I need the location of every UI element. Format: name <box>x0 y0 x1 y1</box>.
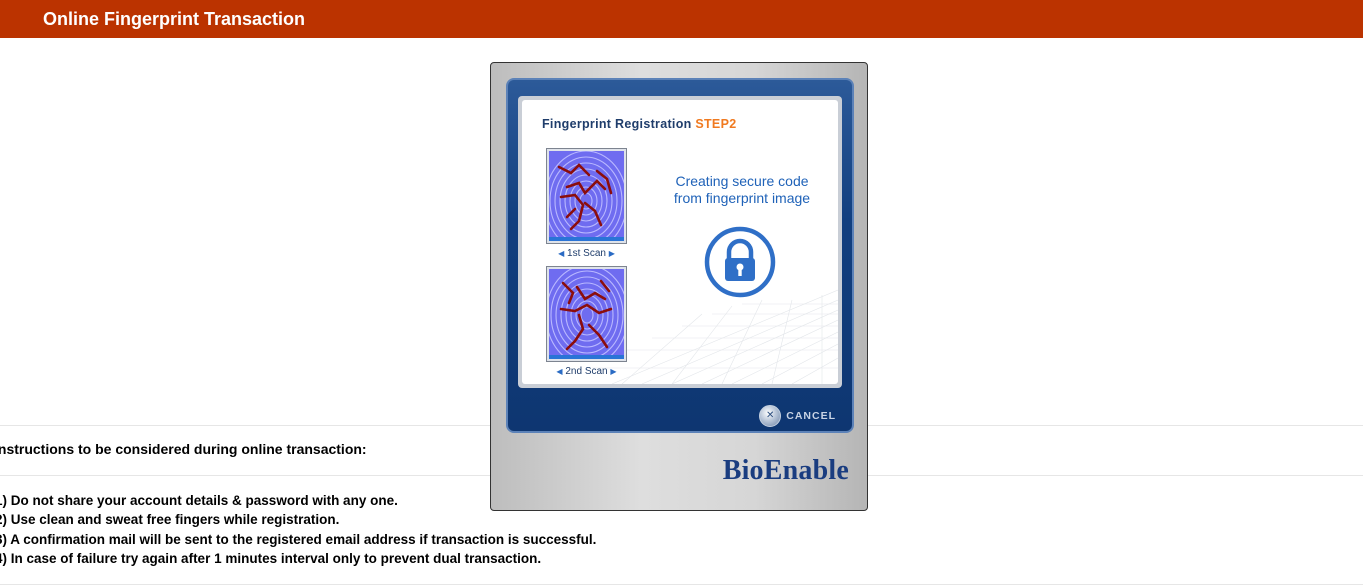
arrow-right-icon: ▶ <box>610 367 617 376</box>
device-screen-content: Fingerprint Registration STEP2 ◀ 1st Sca… <box>522 100 838 384</box>
arrow-right-icon: ▶ <box>608 249 615 258</box>
registration-step-title: Fingerprint Registration STEP2 <box>542 117 737 131</box>
instructions-heading: Instructions to be considered during onl… <box>0 441 367 457</box>
brand-logo: BioEnable <box>722 455 849 486</box>
arrow-left-icon: ◀ <box>556 367 563 376</box>
scan-1-image <box>546 148 627 244</box>
arrow-left-icon: ◀ <box>558 249 565 258</box>
close-icon: ✕ <box>759 405 782 427</box>
step-indicator: STEP2 <box>695 117 737 131</box>
instruction-item: 3) A confirmation mail will be sent to t… <box>0 531 597 547</box>
scan-2-image <box>546 266 627 362</box>
divider <box>0 584 1363 585</box>
scan-2-label: ◀ 2nd Scan ▶ <box>556 366 617 377</box>
status-message: Creating secure code from fingerprint im… <box>673 173 811 206</box>
padlock-icon <box>704 226 776 298</box>
scan-1-label: ◀ 1st Scan ▶ <box>558 248 615 259</box>
page-header: Online Fingerprint Transaction <box>0 0 1363 38</box>
device-screen: Fingerprint Registration STEP2 ◀ 1st Sca… <box>518 96 842 388</box>
device-frame: Fingerprint Registration STEP2 ◀ 1st Sca… <box>506 78 854 433</box>
page-title: Online Fingerprint Transaction <box>43 9 306 29</box>
fingerprint-device-widget: Fingerprint Registration STEP2 ◀ 1st Sca… <box>490 62 868 511</box>
fingerprint-icon <box>549 269 624 359</box>
fingerprint-icon <box>549 151 624 241</box>
instruction-item: 4) In case of failure try again after 1 … <box>0 550 542 566</box>
cancel-button[interactable]: ✕ CANCEL <box>759 405 836 427</box>
instruction-item: 2) Use clean and sweat free fingers whil… <box>0 512 340 528</box>
